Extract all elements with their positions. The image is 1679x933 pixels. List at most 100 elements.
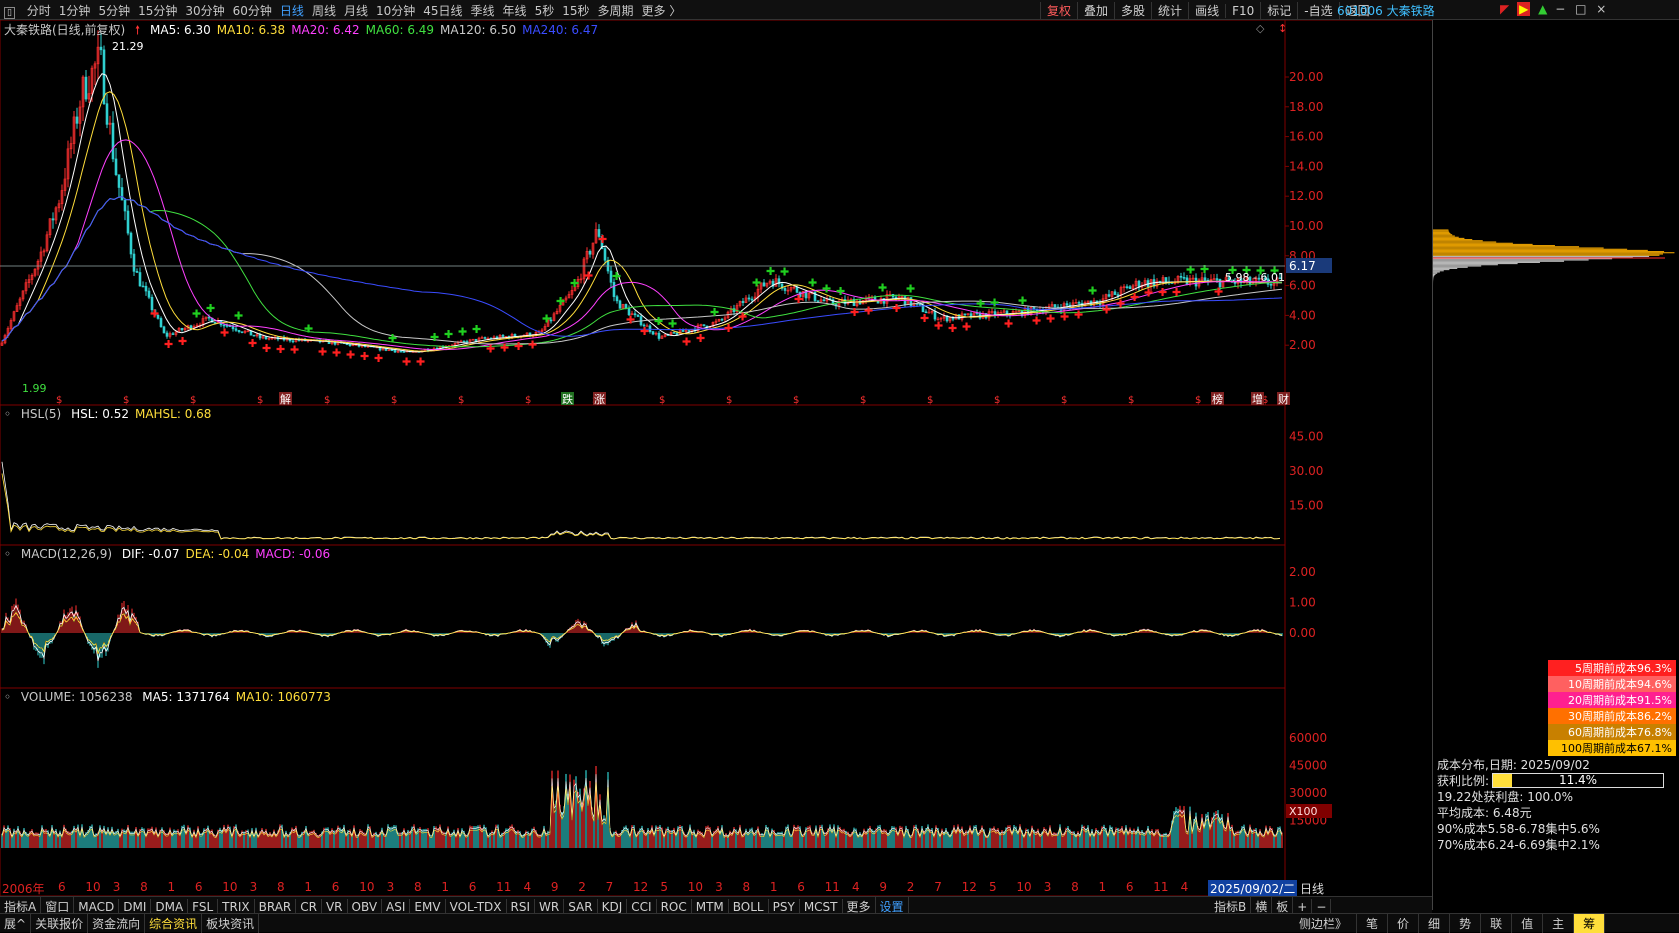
period-tab[interactable]: 15秒 [562, 2, 589, 19]
toolbar-button[interactable]: 叠加 [1077, 2, 1114, 19]
event-marker[interactable]: 涨 [594, 393, 605, 406]
event-marker[interactable]: 跌 [562, 392, 573, 406]
cost-row: 5周期前成本96.3% [1548, 660, 1676, 676]
period-tab[interactable]: 45日线 [423, 2, 462, 19]
x-tick-label: 1 [769, 880, 778, 894]
dividend-marker-icon[interactable]: $ [458, 395, 464, 406]
period-tab[interactable]: 5秒 [535, 2, 555, 19]
candle-body [681, 329, 685, 332]
period-tab[interactable]: 15分钟 [138, 2, 177, 19]
period-tab[interactable]: 5分钟 [98, 2, 130, 19]
status-tab[interactable]: 资金流向 [88, 914, 146, 933]
dividend-marker-icon[interactable]: $ [525, 395, 531, 406]
dividend-marker-icon[interactable]: $ [1195, 395, 1201, 406]
dividend-marker-icon[interactable]: $ [324, 395, 330, 406]
x-tick-label: 5 [660, 880, 669, 894]
period-tab[interactable]: 年线 [503, 2, 527, 19]
dividend-marker-icon[interactable]: $ [123, 395, 129, 406]
side-tab[interactable]: 价 [1388, 914, 1420, 933]
x-period-label[interactable]: 日线 [1300, 880, 1324, 897]
status-tab[interactable]: 关联报价 [31, 914, 89, 933]
toolbar-button[interactable]: 标记 [1260, 2, 1297, 19]
dividend-marker-icon[interactable]: $ [1061, 395, 1067, 406]
dividend-marker-icon[interactable]: $ [860, 395, 866, 406]
dividend-marker-icon[interactable]: $ [793, 395, 799, 406]
side-tab[interactable]: 联 [1481, 914, 1513, 933]
side-tab[interactable]: 势 [1450, 914, 1482, 933]
status-tab[interactable]: 板块资讯 [202, 914, 260, 933]
sell-signal-icon: ✚ [864, 305, 873, 318]
x-tick-label: 8 [1071, 880, 1079, 894]
x-tick-label: 7 [934, 880, 942, 894]
dividend-marker-icon[interactable]: $ [927, 395, 933, 406]
x-tick-label: 6 [58, 880, 66, 894]
period-tab[interactable]: 10分钟 [376, 2, 415, 19]
side-tab[interactable]: 细 [1419, 914, 1451, 933]
event-marker[interactable]: 财 [1278, 392, 1289, 406]
side-tab[interactable]: 笔 [1357, 914, 1389, 933]
dividend-marker-icon[interactable]: $ [190, 395, 196, 406]
low-label: 1.99 [22, 382, 47, 395]
side-tab[interactable]: 值 [1512, 914, 1544, 933]
candle-body [1164, 277, 1168, 283]
event-marker[interactable]: 解 [280, 392, 291, 406]
signal-icon[interactable]: ◤ [1500, 2, 1509, 16]
panel-dot-icon[interactable]: ◦ [4, 690, 11, 704]
toolbar-button[interactable]: 多股 [1114, 2, 1151, 19]
period-tab[interactable]: 更多 〉 [642, 2, 682, 19]
side-tab[interactable]: 主 [1543, 914, 1575, 933]
period-tab[interactable]: 1分钟 [59, 2, 91, 19]
dividend-marker-icon[interactable]: $ [994, 395, 1000, 406]
sell-signal-icon: ✚ [640, 325, 649, 338]
restore-icon[interactable]: □ [1575, 2, 1586, 16]
buy-signal-icon: ✚ [752, 277, 761, 290]
candle-body [231, 326, 235, 330]
panel-frame [0, 544, 1286, 689]
candle-body [147, 290, 151, 298]
panel-dot-icon[interactable]: ◦ [4, 407, 11, 421]
panel-dot-icon[interactable]: ◦ [4, 547, 11, 561]
flag-icon[interactable]: ▶ [1517, 2, 1531, 16]
menu-icon[interactable]: ▯ [4, 7, 15, 19]
period-tab[interactable]: 日线 [280, 2, 304, 19]
dividend-marker-icon[interactable]: $ [257, 395, 263, 406]
toolbar-button[interactable]: -自选 [1297, 2, 1338, 19]
range-label: 5.98 - 6.01 [1225, 271, 1285, 284]
high-label: 21.29 [112, 40, 144, 53]
side-tab[interactable]: 侧边栏》 [1290, 914, 1358, 933]
minimize-icon[interactable]: − [1555, 2, 1565, 16]
dividend-marker-icon[interactable]: $ [1128, 395, 1134, 406]
side-tab[interactable]: 筹 [1574, 914, 1606, 933]
buy-signal-icon: ✚ [472, 323, 481, 336]
period-tab[interactable]: 多周期 [597, 2, 633, 19]
period-tab[interactable]: 30分钟 [185, 2, 224, 19]
close-icon[interactable]: × [1596, 2, 1606, 16]
chart-icon[interactable]: ▲ [1538, 2, 1547, 16]
candle-body [462, 340, 466, 343]
chart-canvas[interactable]: 20.0018.0016.0014.0012.0010.008.006.004.… [0, 20, 1432, 896]
toolbar-button[interactable]: 画线 [1188, 2, 1225, 19]
status-tab[interactable]: 展^ [0, 914, 32, 933]
period-tab[interactable]: 月线 [344, 2, 368, 19]
period-tab[interactable]: 季线 [471, 2, 495, 19]
dividend-marker-icon[interactable]: $ [391, 395, 397, 406]
dividend-marker-icon[interactable]: $ [659, 395, 665, 406]
diamond-icon[interactable]: ◇ [1256, 22, 1265, 35]
y-tick-label: 0.00 [1289, 626, 1316, 640]
panel-frame [0, 404, 1286, 546]
period-tab[interactable]: 周线 [312, 2, 336, 19]
scroll-up-icon[interactable]: ↕ [1278, 22, 1287, 35]
sell-signal-icon: ✚ [682, 336, 691, 349]
sell-signal-icon: ✚ [1060, 310, 1069, 323]
x-tick-label: 1 [167, 880, 176, 894]
dividend-marker-icon[interactable]: $ [726, 395, 732, 406]
toolbar-button[interactable]: F10 [1225, 4, 1260, 18]
period-tab[interactable]: 分时 [27, 2, 51, 19]
toolbar-button[interactable]: 统计 [1151, 2, 1188, 19]
status-tab[interactable]: 综合资讯 [145, 914, 203, 933]
event-marker[interactable]: 增 [1252, 392, 1263, 406]
event-marker[interactable]: 榜 [1212, 392, 1223, 406]
period-tab[interactable]: 60分钟 [233, 2, 272, 19]
dividend-marker-icon[interactable]: $ [56, 395, 62, 406]
toolbar-button[interactable]: 复权 [1040, 2, 1077, 19]
